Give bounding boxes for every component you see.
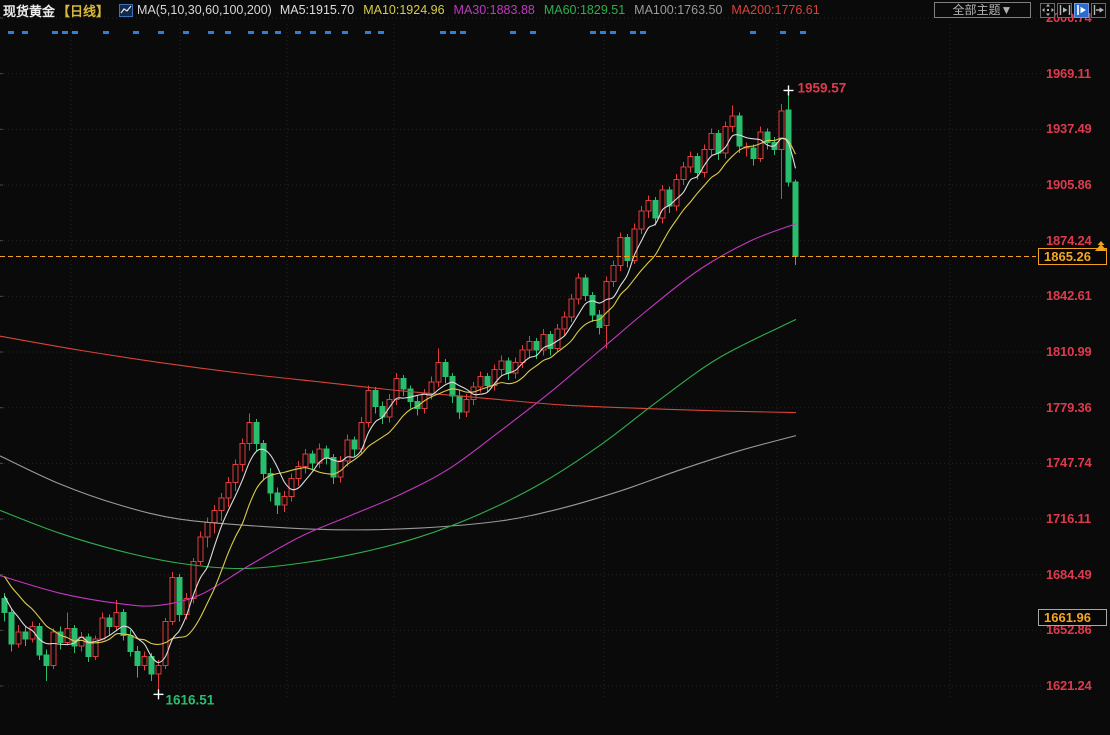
secondary-price-box: 1661.96 [1038, 609, 1107, 626]
price-axis-label: 1969.11 [1046, 66, 1091, 81]
price-axis-label: 1874.24 [1046, 233, 1092, 248]
shift-axis-icon[interactable] [1091, 3, 1106, 18]
candlestick-plot[interactable]: 1959.57 1616.51 [0, 0, 1110, 735]
ma-legend-item: MA200:1776.61 [731, 3, 819, 17]
ma-settings-label[interactable]: MA(5,10,30,60,100,200) [137, 3, 272, 17]
price-axis-label: 1937.49 [1046, 121, 1092, 136]
svg-text:1959.57: 1959.57 [798, 80, 847, 95]
price-axis-label: 1842.61 [1046, 288, 1092, 303]
move-tool-icon[interactable] [1040, 3, 1055, 18]
price-axis-label: 1779.36 [1046, 400, 1092, 415]
timeframe-label[interactable]: 【日线】 [57, 1, 109, 20]
price-axis-label: 1684.49 [1046, 567, 1092, 582]
expand-axis-icon[interactable] [1074, 3, 1089, 18]
ma-legend-item: MA100:1763.50 [634, 3, 722, 17]
ma-legend-item: MA60:1829.51 [544, 3, 625, 17]
ma-legend: MA5:1915.70 MA10:1924.96 MA30:1883.88 MA60:… [280, 3, 829, 17]
ma-legend-item: MA5:1915.70 [280, 3, 354, 17]
price-axis-label: 1810.99 [1046, 344, 1092, 359]
theme-dropdown-button[interactable]: 全部主题▼ [934, 2, 1031, 18]
price-axis-label: 1621.24 [1046, 678, 1092, 693]
price-axis-label: 1747.74 [1046, 455, 1092, 470]
indicator-chart-icon[interactable] [119, 4, 133, 17]
price-axis-label: 1716.11 [1046, 511, 1091, 526]
chart-header: 现货黄金 【日线】 MA(5,10,30,60,100,200) MA5:191… [0, 0, 1110, 20]
latest-price-arrow-icon[interactable] [1094, 240, 1110, 253]
symbol-name: 现货黄金 [3, 1, 55, 20]
price-axis-label: 1905.86 [1046, 177, 1092, 192]
axis-toolbar [1040, 3, 1106, 18]
compress-axis-icon[interactable] [1057, 3, 1072, 18]
trading-chart-window: 1959.57 1616.51 现货黄金 【日线】 MA(5,10,30,60,1… [0, 0, 1110, 735]
svg-text:1616.51: 1616.51 [166, 692, 215, 707]
ma-legend-item: MA30:1883.88 [454, 3, 535, 17]
ma-legend-item: MA10:1924.96 [363, 3, 444, 17]
price-axis[interactable]: 2000.741969.111937.491905.861874.241842.… [1036, 0, 1110, 735]
